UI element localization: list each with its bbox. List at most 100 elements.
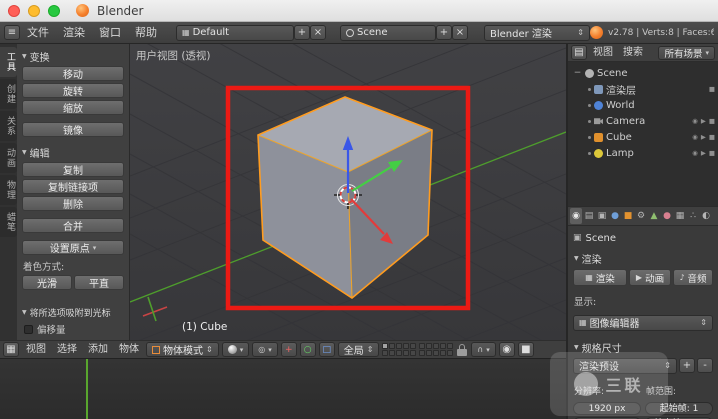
- render-still-button[interactable]: ▦ 渲染: [573, 269, 627, 286]
- editor-type-icon[interactable]: ▦: [3, 342, 19, 357]
- delete-button[interactable]: 删除: [22, 196, 124, 211]
- screen-layout-dropdown[interactable]: ▦ Default: [176, 24, 294, 41]
- tab-tools[interactable]: 工具: [0, 47, 17, 77]
- tab-animation[interactable]: 动画: [0, 143, 17, 173]
- menu-window[interactable]: 窗口: [92, 22, 128, 43]
- info-editor-icon[interactable]: ≡: [4, 25, 20, 40]
- tab-modifiers[interactable]: ⚙: [635, 208, 647, 224]
- tab-particles[interactable]: ∴: [687, 208, 699, 224]
- pivot-center-dropdown[interactable]: ◎ ▾: [252, 342, 278, 357]
- lock-icon[interactable]: [456, 342, 468, 357]
- render-toggle-icon[interactable]: ■: [709, 117, 715, 125]
- join-button[interactable]: 合并: [22, 218, 124, 233]
- mirror-button[interactable]: 镜像: [22, 122, 124, 137]
- menu-view[interactable]: 视图: [22, 341, 50, 358]
- viewport-canvas[interactable]: [130, 44, 566, 340]
- menu-object[interactable]: 物体: [115, 341, 143, 358]
- tab-material[interactable]: ●: [661, 208, 673, 224]
- outliner-row-lamp[interactable]: Lamp ◉ ▶ ■: [568, 145, 718, 161]
- duplicate-button[interactable]: 复制: [22, 162, 124, 177]
- close-window-button[interactable]: [8, 4, 20, 17]
- layers-widget-left[interactable]: [382, 343, 417, 356]
- layers-widget-right[interactable]: [419, 343, 454, 356]
- duplicate-linked-button[interactable]: 复制链接项: [22, 179, 124, 194]
- tab-object[interactable]: ■: [622, 208, 634, 224]
- add-layout-button[interactable]: +: [294, 25, 310, 40]
- render-engine-dropdown[interactable]: Blender 渲染 ⇕: [484, 24, 590, 41]
- render-opengl-icon[interactable]: ◉: [498, 342, 515, 357]
- add-scene-button[interactable]: +: [436, 25, 452, 40]
- tab-grease-pencil[interactable]: 蜡笔: [0, 207, 17, 237]
- render-toggle-icon[interactable]: ■: [709, 149, 715, 157]
- tab-relations[interactable]: 关系: [0, 111, 17, 141]
- shade-flat-button[interactable]: 平直: [74, 275, 124, 290]
- menu-select[interactable]: 选择: [53, 341, 81, 358]
- manipulator-translate-icon[interactable]: +: [280, 342, 297, 357]
- offset-checkbox[interactable]: [24, 324, 33, 334]
- remove-preset-button[interactable]: -: [697, 357, 713, 373]
- tab-world[interactable]: ●: [609, 208, 621, 224]
- outliner-row-cube[interactable]: Cube ◉ ▶ ■: [568, 129, 718, 145]
- outliner-row-scene[interactable]: − Scene: [568, 65, 718, 81]
- visibility-toggle-icon[interactable]: ◉: [692, 117, 698, 125]
- outliner-menu-view[interactable]: 视图: [589, 42, 617, 63]
- selectability-toggle-icon[interactable]: ▶: [701, 133, 706, 141]
- mesh-cube-icon: [594, 132, 603, 142]
- set-origin-dropdown[interactable]: 设置原点 ▾: [22, 240, 124, 255]
- transform-panel-header[interactable]: ▼ 变换: [22, 50, 125, 63]
- manipulator-rotate-icon[interactable]: ○: [299, 342, 316, 357]
- rotate-button[interactable]: 旋转: [22, 83, 124, 98]
- timeline-playhead[interactable]: [86, 359, 88, 419]
- timeline[interactable]: [0, 358, 566, 419]
- tab-render[interactable]: ◉: [570, 208, 582, 224]
- display-mode-dropdown[interactable]: ▦ 图像编辑器 ⇕: [573, 314, 713, 331]
- add-preset-button[interactable]: +: [679, 357, 695, 373]
- scale-button[interactable]: 缩放: [22, 100, 124, 115]
- render-toggle-icon[interactable]: ■: [709, 85, 715, 93]
- operator-panel-header[interactable]: ▼ 将所选项吸附到光标: [22, 306, 125, 319]
- outliner-row-camera[interactable]: Camera ◉ ▶ ■: [568, 113, 718, 129]
- outliner-row-world[interactable]: World: [568, 97, 718, 113]
- disclosure-icon[interactable]: −: [573, 68, 582, 78]
- shade-smooth-button[interactable]: 光滑: [22, 275, 72, 290]
- tab-render-layers[interactable]: ▤: [583, 208, 595, 224]
- scene-dropdown[interactable]: Scene: [340, 24, 436, 41]
- menu-file[interactable]: 文件: [20, 22, 56, 43]
- mode-dropdown[interactable]: 物体模式 ⇕: [146, 342, 219, 357]
- selectability-toggle-icon[interactable]: ▶: [701, 149, 706, 157]
- zoom-window-button[interactable]: [48, 4, 60, 17]
- tab-scene[interactable]: ▣: [596, 208, 608, 224]
- outliner-menu-search[interactable]: 搜索: [619, 42, 647, 63]
- render-toggle-icon[interactable]: ■: [709, 133, 715, 141]
- display-filter-dropdown[interactable]: 所有场景 ▾: [658, 45, 715, 60]
- menu-add[interactable]: 添加: [84, 341, 112, 358]
- visibility-toggle-icon[interactable]: ◉: [692, 133, 698, 141]
- outliner-row-renderlayers[interactable]: 渲染层 ■: [568, 81, 718, 97]
- delete-scene-button[interactable]: ×: [452, 25, 468, 40]
- outliner-editor-icon[interactable]: ▤: [571, 45, 587, 60]
- tab-physics[interactable]: 物理: [0, 175, 17, 205]
- translate-button[interactable]: 移动: [22, 66, 124, 81]
- render-anim-icon[interactable]: ■: [517, 342, 534, 357]
- tab-texture[interactable]: ▦: [674, 208, 686, 224]
- render-panel-header[interactable]: ▼ 渲染: [574, 252, 713, 265]
- render-audio-button[interactable]: ♪ 音频: [673, 269, 713, 286]
- render-animation-button[interactable]: ▶ 动画: [629, 269, 671, 286]
- snap-dropdown[interactable]: ∩ ▾: [471, 342, 496, 357]
- minimize-window-button[interactable]: [28, 4, 40, 17]
- viewport-3d[interactable]: 用户视图 (透视) (1) Cube: [130, 44, 566, 340]
- transform-orientation-dropdown[interactable]: 全局 ⇕: [337, 342, 380, 357]
- delete-layout-button[interactable]: ×: [310, 25, 326, 40]
- layer-cell[interactable]: [382, 343, 389, 349]
- selectability-toggle-icon[interactable]: ▶: [701, 117, 706, 125]
- tab-create[interactable]: 创建: [0, 79, 17, 109]
- tab-object-data[interactable]: ▲: [648, 208, 660, 224]
- menu-render[interactable]: 渲染: [56, 22, 92, 43]
- manipulator-scale-icon[interactable]: □: [318, 342, 335, 357]
- menu-help[interactable]: 帮助: [128, 22, 164, 43]
- visibility-toggle-icon[interactable]: ◉: [692, 149, 698, 157]
- tab-physics[interactable]: ◐: [700, 208, 712, 224]
- viewport-shading-dropdown[interactable]: ▾: [221, 342, 250, 357]
- edit-panel-header[interactable]: ▼ 编辑: [22, 146, 125, 159]
- pivot-icon: ◎: [258, 345, 266, 354]
